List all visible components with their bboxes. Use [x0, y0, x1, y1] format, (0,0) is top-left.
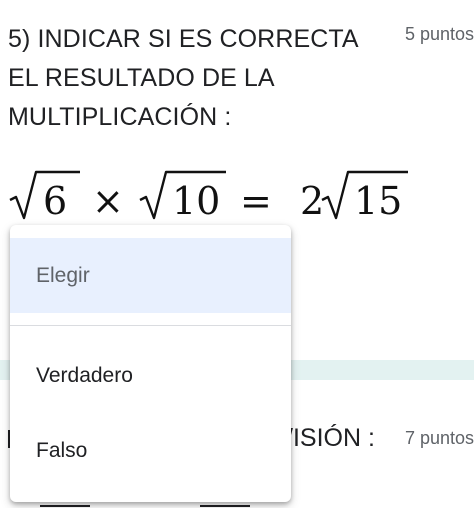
question-5-points: 5 puntos	[404, 24, 474, 44]
right-radicand: 10	[172, 179, 220, 223]
left-radicand: 6	[43, 179, 67, 223]
result-coefficient: 2	[300, 179, 324, 223]
question-6-title: /ISIÓN :	[286, 424, 375, 452]
question-6-points: 7 puntos	[404, 428, 474, 448]
sqrt-6: 6	[9, 170, 80, 223]
dropdown-option-label: Elegir	[36, 263, 90, 287]
sqrt-10: 10	[139, 170, 226, 223]
question-5-title: 5) INDICAR SI ES CORRECTA EL RESULTADO D…	[8, 25, 358, 131]
dropdown-separator	[10, 325, 291, 326]
dropdown-option-label: Falso	[36, 439, 88, 462]
math-expression: 6 × 10 = 2 15	[8, 170, 428, 230]
times-symbol: ×	[92, 179, 124, 223]
answer-dropdown-menu[interactable]: Elegir Verdadero Falso	[10, 225, 291, 502]
dropdown-option-verdadero[interactable]: Verdadero	[10, 350, 291, 402]
equals-symbol: =	[240, 179, 272, 223]
sqrt-15: 15	[321, 170, 408, 223]
result-radicand: 15	[354, 179, 402, 223]
dropdown-option-elegir[interactable]: Elegir	[10, 238, 291, 313]
dropdown-option-label: Verdadero	[36, 364, 133, 387]
dropdown-option-falso[interactable]: Falso	[10, 425, 291, 477]
